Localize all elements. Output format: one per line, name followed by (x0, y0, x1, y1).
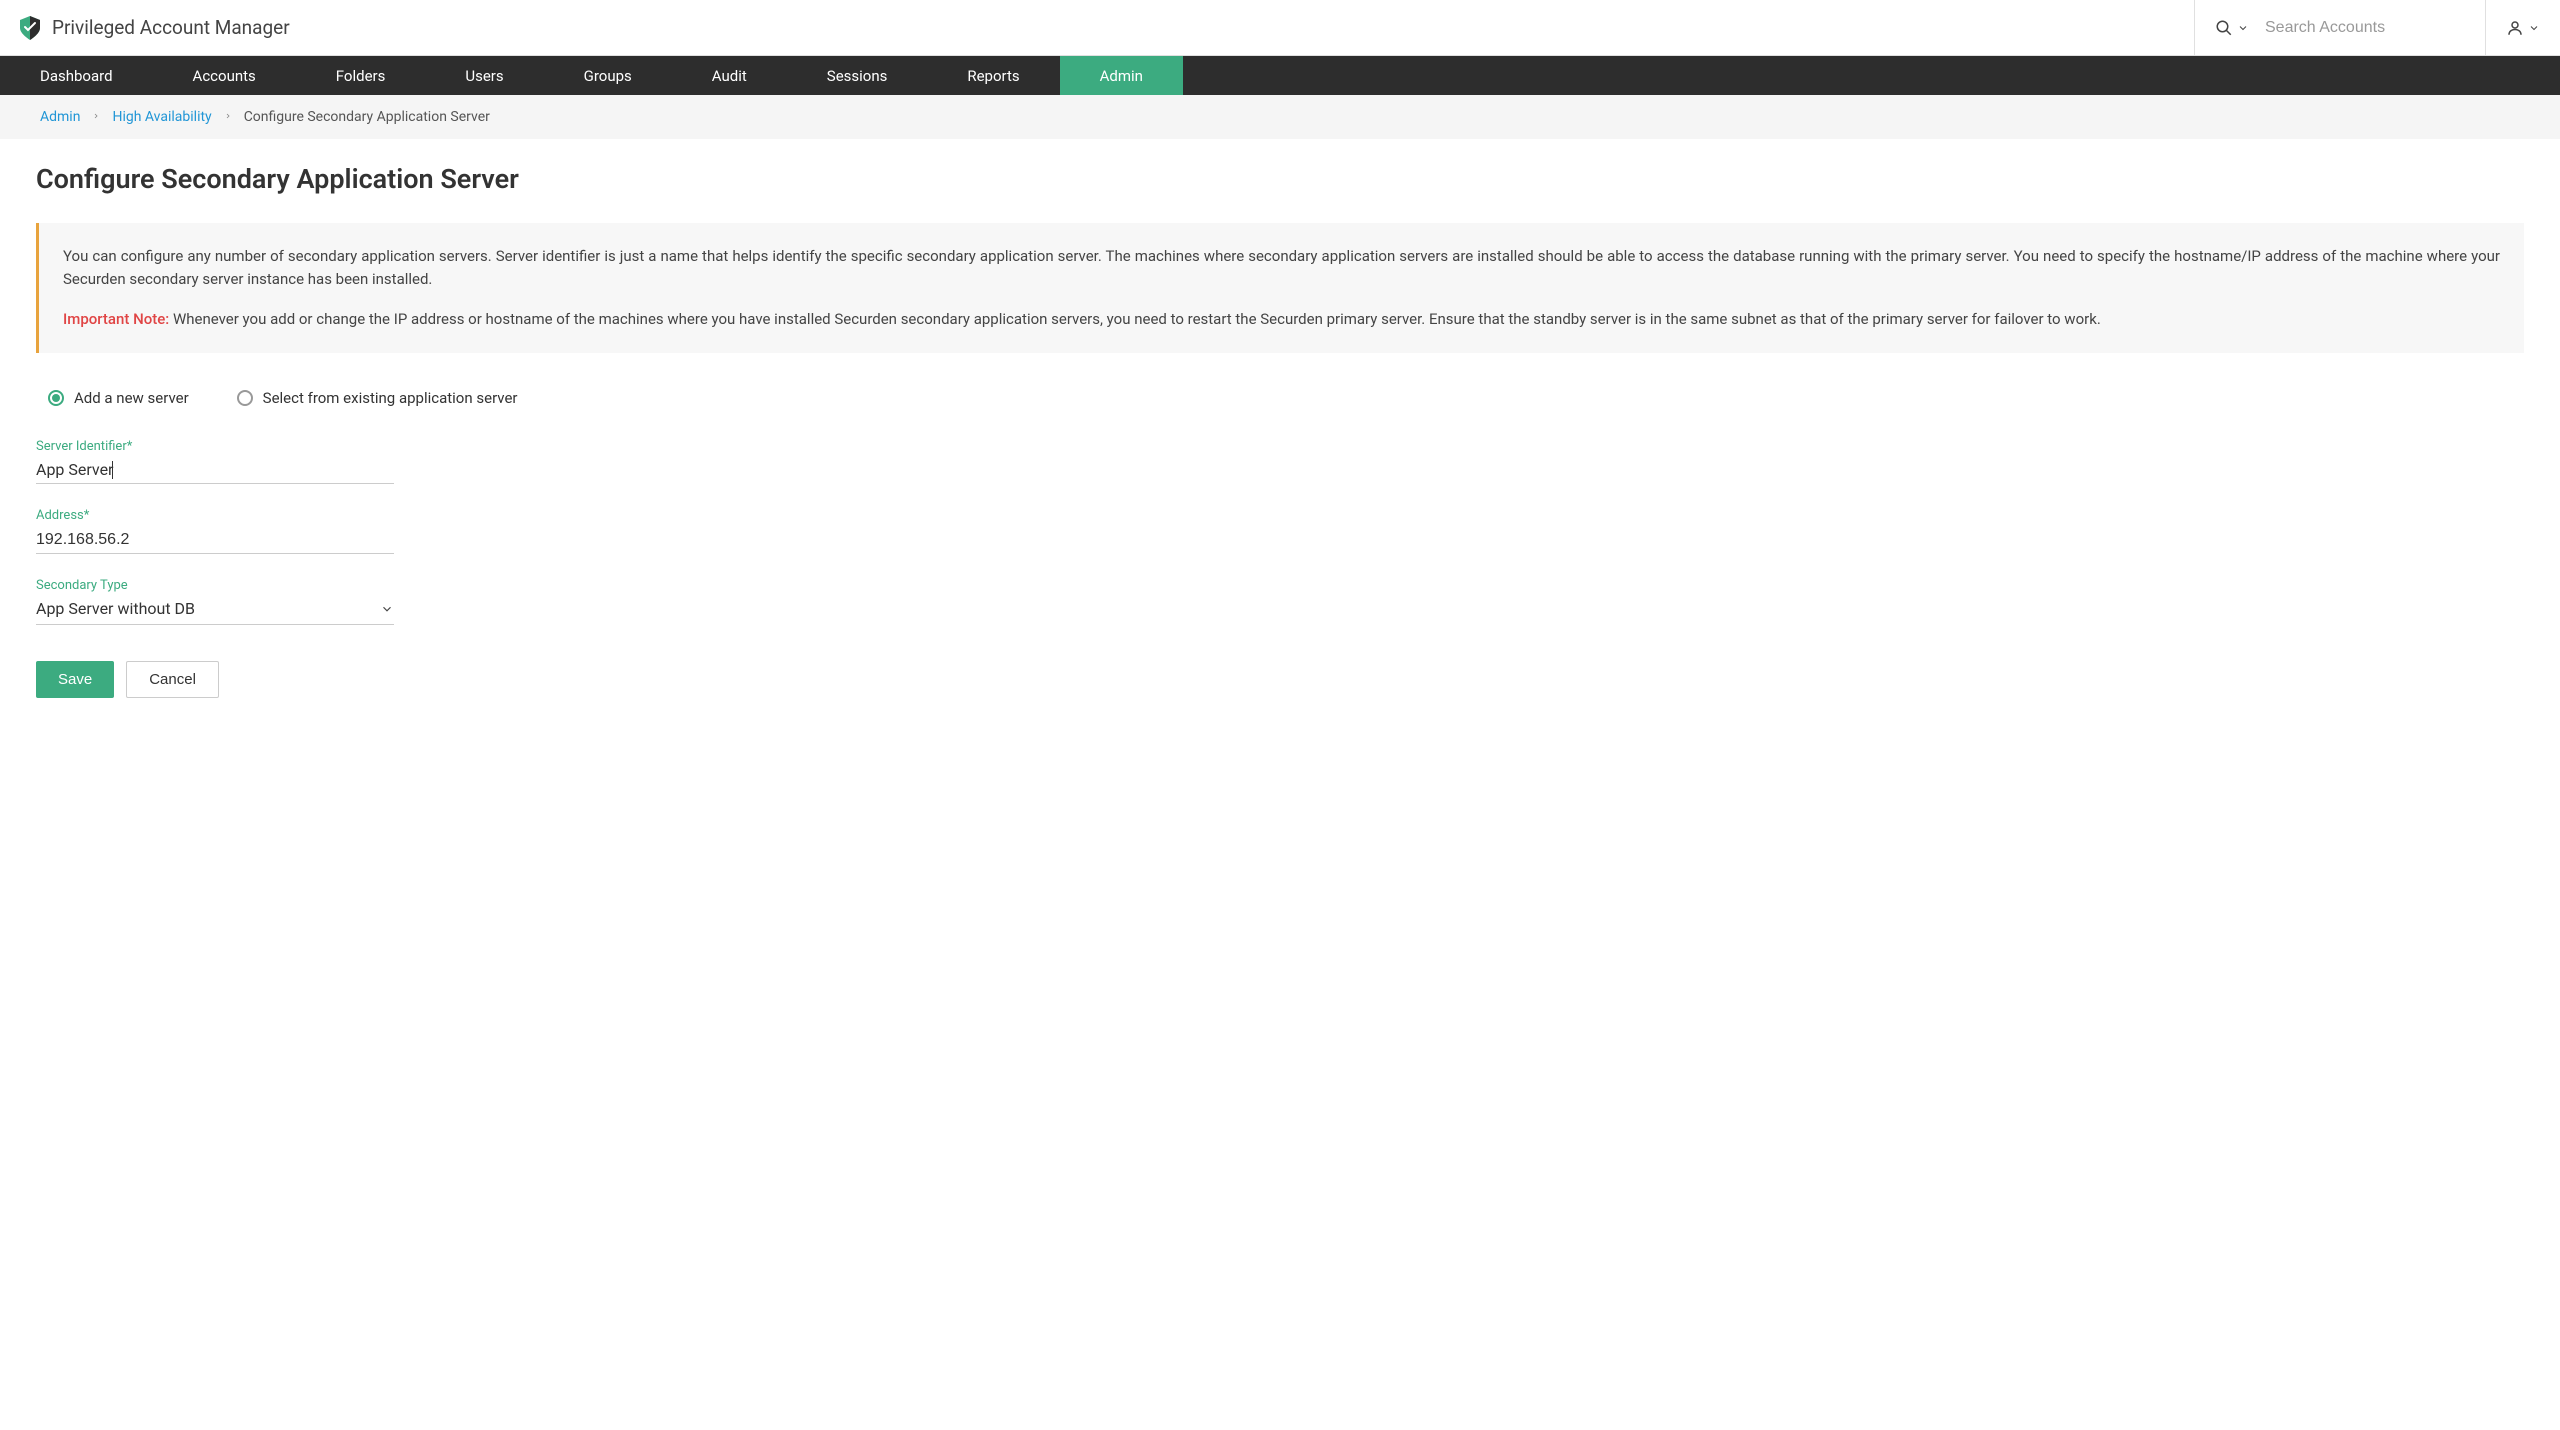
info-text-2: Important Note: Whenever you add or chan… (63, 308, 2500, 331)
text-cursor (112, 461, 113, 479)
header-right (2194, 0, 2560, 55)
form-actions: Save Cancel (36, 661, 2524, 698)
chevron-right-icon (224, 109, 232, 125)
nav-reports[interactable]: Reports (927, 56, 1059, 95)
search-section (2194, 0, 2485, 55)
secondary-type-value: App Server without DB (36, 599, 195, 618)
user-menu-button[interactable] (2485, 0, 2560, 55)
breadcrumb-current: Configure Secondary Application Server (244, 109, 490, 125)
search-icon (2215, 19, 2233, 37)
chevron-down-icon (2237, 22, 2249, 34)
server-identifier-label: Server Identifier* (36, 439, 394, 454)
nav-sessions[interactable]: Sessions (787, 56, 928, 95)
page-title: Configure Secondary Application Server (36, 163, 2524, 195)
radio-label-add-new: Add a new server (74, 389, 189, 407)
search-dropdown-button[interactable] (2215, 19, 2249, 37)
save-button[interactable]: Save (36, 661, 114, 698)
nav-admin[interactable]: Admin (1060, 56, 1183, 95)
secondary-type-label: Secondary Type (36, 578, 394, 593)
radio-label-existing: Select from existing application server (263, 389, 518, 407)
nav-users[interactable]: Users (425, 56, 543, 95)
info-text-1: You can configure any number of secondar… (63, 245, 2500, 290)
address-input[interactable] (36, 531, 394, 549)
address-input-wrap[interactable] (36, 529, 394, 554)
app-name: Privileged Account Manager (52, 16, 290, 39)
logo[interactable]: Privileged Account Manager (16, 14, 290, 42)
nav-folders[interactable]: Folders (296, 56, 426, 95)
radio-unselected-icon (237, 390, 253, 406)
info-box: You can configure any number of secondar… (36, 223, 2524, 353)
chevron-down-icon (380, 602, 394, 616)
server-identifier-input[interactable]: App Server (36, 460, 113, 479)
important-note-text: Whenever you add or change the IP addres… (173, 310, 2101, 328)
address-label: Address* (36, 508, 394, 523)
radio-add-new-server[interactable]: Add a new server (48, 389, 189, 407)
nav-dashboard[interactable]: Dashboard (0, 56, 153, 95)
server-identifier-input-wrap[interactable]: App Server (36, 460, 394, 485)
nav-groups[interactable]: Groups (544, 56, 672, 95)
search-input[interactable] (2265, 19, 2465, 37)
chevron-right-icon (92, 109, 100, 125)
breadcrumb: Admin High Availability Configure Second… (0, 95, 2560, 139)
field-address: Address* (36, 508, 394, 554)
radio-group: Add a new server Select from existing ap… (36, 389, 2524, 407)
field-server-identifier: Server Identifier* App Server (36, 439, 394, 485)
header-left: Privileged Account Manager (0, 14, 290, 42)
radio-selected-icon (48, 390, 64, 406)
breadcrumb-admin[interactable]: Admin (40, 109, 80, 125)
breadcrumb-high-availability[interactable]: High Availability (112, 109, 211, 125)
nav-audit[interactable]: Audit (672, 56, 787, 95)
radio-select-existing[interactable]: Select from existing application server (237, 389, 518, 407)
chevron-down-icon (2528, 22, 2540, 34)
cancel-button[interactable]: Cancel (126, 661, 219, 698)
secondary-type-select[interactable]: App Server without DB (36, 599, 394, 625)
content: Configure Secondary Application Server Y… (0, 139, 2560, 722)
user-icon (2506, 19, 2524, 37)
field-secondary-type: Secondary Type App Server without DB (36, 578, 394, 625)
header: Privileged Account Manager (0, 0, 2560, 56)
shield-icon (16, 14, 44, 42)
nav-accounts[interactable]: Accounts (153, 56, 296, 95)
important-note-label: Important Note: (63, 310, 169, 328)
main-nav: Dashboard Accounts Folders Users Groups … (0, 56, 2560, 95)
